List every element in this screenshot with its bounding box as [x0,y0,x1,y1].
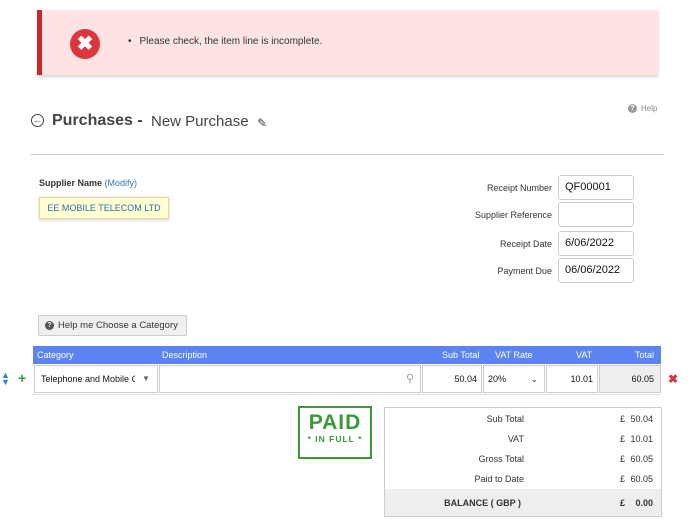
receipt-date-label: Receipt Date [499,239,552,249]
currency-symbol: £ [620,414,626,424]
supplier-reference-input[interactable] [558,202,634,227]
help-label: Help [641,104,658,113]
totals-label: Gross Total [478,454,524,464]
supplier-label-text: Supplier Name [39,178,103,188]
alert-message: Please check, the item line is incomplet… [128,36,323,47]
category-help-button[interactable]: ? Help me Choose a Category [38,315,187,336]
back-arrow-icon[interactable]: ← [31,114,44,127]
totals-row-vat: VAT £ 10.01 [385,428,661,448]
delete-line-icon[interactable]: ✖ [668,372,678,386]
col-vat: VAT [576,350,593,360]
totals-value: 10.01 [630,434,653,444]
col-category: Category [37,350,74,360]
currency-symbol: £ [620,474,626,484]
description-input[interactable]: ⚲ [159,365,421,393]
receipt-number-input[interactable]: QF00001 [558,175,634,200]
supplier-name-box[interactable]: EE MOBILE TELECOM LTD [39,197,169,219]
totals-label: VAT [507,434,524,444]
balance-label: BALANCE ( GBP ) [444,498,521,508]
supplier-modify-link[interactable]: (Modify) [105,178,138,188]
search-icon: ⚲ [405,373,414,385]
payment-due-label: Payment Due [497,266,552,276]
help-link[interactable]: ? Help [628,104,657,113]
col-sub-total: Sub Total [442,350,480,360]
totals-label: Paid to Date [474,474,524,484]
vat-input[interactable]: 10.01 [546,365,598,393]
supplier-reference-label: Supplier Reference [474,210,552,220]
totals-row-gross-total: Gross Total £ 60.05 [385,448,661,468]
question-icon: ? [45,321,54,330]
currency-symbol: £ [620,434,626,444]
error-alert: ✖ Please check, the item line is incompl… [37,10,658,75]
totals-label: Sub Total [486,414,524,424]
vat-rate-select[interactable]: 20% ⌄ [483,365,545,393]
receipt-number-label: Receipt Number [486,183,552,193]
balance-row: BALANCE ( GBP ) £ 0.00 [385,489,661,516]
sub-total-input[interactable]: 50.04 [422,365,482,393]
close-circle-icon: ✖ [70,29,100,59]
col-description: Description [162,350,208,360]
paid-stamp-sub: * IN FULL * [307,434,363,444]
add-line-icon[interactable]: + [18,370,26,386]
paid-stamp: PAID * IN FULL * [298,406,372,459]
chevron-down-icon: ⌄ [530,374,538,384]
currency-symbol: £ [620,454,626,464]
col-total: Total [635,350,655,360]
page-subtitle: New Purchase [151,113,249,130]
pencil-icon[interactable]: ✎ [257,116,267,130]
category-select[interactable]: Telephone and Mobile C ▼ [34,365,158,393]
supplier-label: Supplier Name (Modify) [39,178,137,188]
total-value: 60.05 [599,365,661,393]
table-row: Telephone and Mobile C ▼ ⚲ 50.04 20% ⌄ 1… [33,364,661,395]
chevron-down-icon: ▼ [135,366,157,392]
divider [31,154,664,155]
paid-stamp-main: PAID [308,411,362,434]
category-help-label: Help me Choose a Category [58,320,178,331]
totals-value: 50.04 [630,414,653,424]
col-vat-rate: VAT Rate [495,350,533,360]
totals-row-sub-total: Sub Total £ 50.04 [385,408,661,428]
payment-due-input[interactable]: 06/06/2022 [558,258,634,283]
category-value: Telephone and Mobile C [41,374,139,384]
vat-rate-value: 20% [488,374,507,384]
totals-panel: Sub Total £ 50.04 VAT £ 10.01 Gross Tota… [384,407,662,517]
page-title: Purchases - [52,112,143,129]
totals-value: 60.05 [630,474,653,484]
balance-value: 0.00 [635,498,653,508]
totals-value: 60.05 [630,454,653,464]
totals-row-paid-to-date: Paid to Date £ 60.05 [385,468,661,488]
receipt-date-input[interactable]: 6/06/2022 [558,231,634,256]
items-table-header: Category Description Sub Total VAT Rate … [33,346,661,364]
reorder-icon[interactable]: ▲ ▼ [1,371,10,387]
question-icon: ? [628,104,637,113]
currency-symbol: £ [620,498,626,508]
